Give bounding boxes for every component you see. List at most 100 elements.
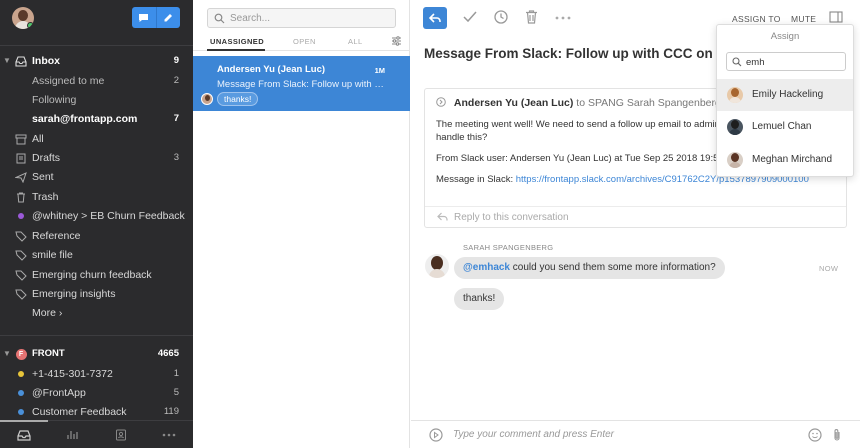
sidebar-item-phone[interactable]: +1-415-301-7372 1: [0, 365, 193, 384]
message-text: Message in Slack:: [436, 174, 516, 185]
emoji-icon[interactable]: [808, 428, 822, 442]
assign-option-emily[interactable]: Emily Hackeling: [717, 79, 853, 111]
sidebar-item-label: Inbox: [32, 55, 60, 67]
sidebar-item-assigned[interactable]: Assigned to me 2: [0, 72, 193, 91]
assign-search-box[interactable]: [726, 52, 846, 71]
paperclip-icon[interactable]: [832, 428, 842, 442]
footer-analytics-button[interactable]: [48, 421, 96, 448]
compose-button[interactable]: [155, 7, 181, 28]
assign-dropdown: Assign Emily Hackeling Lemuel Chan Megha…: [716, 24, 854, 177]
sidebar-item-label: All: [32, 133, 44, 145]
bar-chart-icon: [67, 431, 78, 439]
more-icon: [162, 433, 176, 436]
avatar[interactable]: [12, 7, 34, 29]
search-input[interactable]: [230, 11, 390, 26]
list-item[interactable]: Andersen Yu (Jean Luc) 1M Message From S…: [193, 56, 410, 111]
sidebar-item-label: Sent: [32, 171, 54, 183]
sidebar-item-label: smile file: [32, 249, 73, 261]
mute-button[interactable]: MUTE: [791, 14, 816, 24]
comment-author: SARAH SPANGENBERG: [463, 243, 554, 252]
chevron-down-icon[interactable]: ▼: [3, 349, 11, 358]
message-text: The meeting went well! We need to send a…: [436, 119, 733, 130]
sidebar-item-reference[interactable]: Reference: [0, 227, 193, 246]
message-header: Andersen Yu (Jean Luc) to SPANG Sarah Sp…: [436, 97, 733, 109]
new-message-button[interactable]: [132, 7, 156, 28]
filter-icon[interactable]: [391, 36, 402, 46]
side-panel-icon[interactable]: [829, 11, 843, 23]
sidebar-item-label: Emerging insights: [32, 288, 116, 300]
sidebar-item-emerging-insights[interactable]: Emerging insights: [0, 285, 193, 304]
sidebar-item-label: sarah@frontapp.com: [32, 113, 138, 125]
sidebar-item-emerging-churn[interactable]: Emerging churn feedback: [0, 266, 193, 285]
chat-bubble-icon: [139, 13, 149, 22]
sidebar-item-all[interactable]: All: [0, 130, 193, 149]
assign-search-input[interactable]: [746, 55, 841, 69]
tag-icon: [15, 230, 27, 242]
message-recipient: to SPANG Sarah Spangenberg (s: [576, 97, 733, 109]
compose-actions: [132, 7, 180, 28]
search-icon: [732, 57, 742, 67]
inbox-tray-icon: [17, 429, 31, 441]
more-icon[interactable]: [555, 16, 571, 20]
sidebar-item-label: Reference: [32, 230, 81, 242]
reply-button[interactable]: [423, 7, 447, 29]
search-box[interactable]: [207, 8, 396, 28]
mention-link[interactable]: @emhack: [463, 262, 510, 273]
sidebar-item-frontapp[interactable]: @FrontApp 5: [0, 384, 193, 403]
sidebar-item-count: 4665: [157, 348, 179, 359]
tag-icon: [15, 249, 27, 261]
sidebar-more-link[interactable]: More ›: [0, 304, 193, 323]
sidebar-item-label: Following: [32, 94, 77, 106]
reply-icon: [437, 212, 448, 221]
play-circle-icon[interactable]: [429, 428, 443, 442]
sidebar-team-front[interactable]: ▼ F FRONT 4665: [0, 345, 193, 364]
sidebar-item-count: 1: [173, 368, 179, 379]
drafts-icon: [15, 152, 27, 164]
chevron-right-circle-icon[interactable]: [436, 97, 446, 107]
yellow-dot-icon: [15, 368, 27, 380]
inbox-icon: [15, 55, 27, 67]
contacts-icon: [115, 429, 126, 440]
sidebar-item-inbox[interactable]: ▼ Inbox 9: [0, 52, 193, 71]
assign-option-lemuel[interactable]: Lemuel Chan: [717, 111, 853, 143]
trash-icon[interactable]: [525, 10, 538, 24]
page-title: Message From Slack: Follow up with CCC o…: [424, 46, 742, 61]
reply-to-conversation[interactable]: Reply to this conversation: [425, 206, 846, 228]
reply-icon: [429, 13, 441, 23]
comment-preview: thanks!: [217, 92, 259, 106]
sidebar-item-label: @whitney > EB Churn Feedback: [32, 210, 185, 222]
avatar: [727, 119, 743, 135]
sidebar-item-smile-file[interactable]: smile file: [0, 246, 193, 265]
footer-contacts-button[interactable]: [97, 421, 145, 448]
list-tabs: UNASSIGNED OPEN ALL: [193, 33, 410, 51]
conversation-subject: Message From Slack: Follow up with C...: [217, 79, 387, 90]
blue-dot-icon: [15, 387, 27, 399]
tab-unassigned[interactable]: UNASSIGNED: [210, 37, 264, 46]
snooze-clock-icon[interactable]: [494, 10, 508, 24]
footer-more-button[interactable]: [145, 421, 193, 448]
sidebar-item-eb-churn[interactable]: @whitney > EB Churn Feedback: [0, 207, 193, 226]
sidebar-header: [0, 0, 193, 40]
comment-input[interactable]: [453, 427, 793, 442]
sidebar-item-trash[interactable]: Trash: [0, 188, 193, 207]
sidebar-item-drafts[interactable]: Drafts 3: [0, 149, 193, 168]
send-icon: [15, 171, 27, 183]
assign-to-button[interactable]: ASSIGN TO: [732, 14, 781, 24]
conversation-list: UNASSIGNED OPEN ALL Andersen Yu (Jean Lu…: [193, 0, 410, 448]
comment-composer: [411, 420, 860, 448]
sidebar-item-personal-inbox[interactable]: sarah@frontapp.com 7: [0, 110, 193, 129]
sidebar-item-count: 3: [173, 152, 179, 163]
sidebar-item-label: Trash: [32, 191, 59, 203]
footer-inbox-button[interactable]: [0, 420, 49, 448]
assign-option-meghan[interactable]: Meghan Mirchand: [717, 144, 853, 176]
avatar: [425, 254, 449, 278]
chevron-down-icon[interactable]: ▼: [3, 56, 11, 65]
tab-open[interactable]: OPEN: [293, 37, 316, 46]
checkmark-icon[interactable]: [463, 11, 477, 23]
sidebar-item-following[interactable]: Following: [0, 91, 193, 110]
sidebar-item-label: Emerging churn feedback: [32, 269, 152, 281]
sidebar-item-count: 119: [163, 406, 179, 417]
tab-all[interactable]: ALL: [348, 37, 363, 46]
sidebar-item-sent[interactable]: Sent: [0, 168, 193, 187]
comment-text: could you send them some more informatio…: [510, 262, 716, 273]
